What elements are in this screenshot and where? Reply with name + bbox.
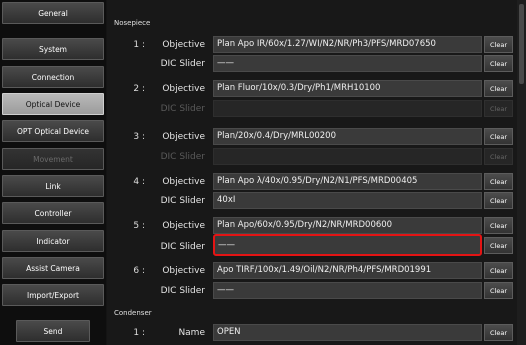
- dic-slider-label: DIC Slider: [160, 242, 205, 252]
- position-number: 5 :: [133, 221, 145, 231]
- dic-slider-label: DIC Slider: [160, 286, 205, 296]
- dic-slider-field-6[interactable]: ——: [213, 282, 482, 299]
- sidebar-item-general[interactable]: General: [2, 2, 104, 24]
- sidebar-item-opt-optical-device[interactable]: OPT Optical Device: [2, 120, 104, 142]
- send-button[interactable]: Send: [16, 320, 90, 342]
- dic-slider-field-5[interactable]: ——: [213, 234, 482, 256]
- position-number: 6 :: [133, 266, 145, 276]
- condenser-name-label: Name: [178, 328, 205, 338]
- sidebar-item-assist-camera[interactable]: Assist Camera: [2, 257, 104, 279]
- sidebar-item-movement: Movement: [2, 148, 104, 170]
- clear-dic-5-button[interactable]: Clear: [484, 237, 513, 254]
- sidebar-item-import-export[interactable]: Import/Export: [2, 284, 104, 306]
- objective-label: Objective: [162, 177, 205, 187]
- dic-slider-field-4[interactable]: 40xI: [213, 192, 482, 209]
- objective-label: Objective: [162, 266, 205, 276]
- sidebar-item-controller[interactable]: Controller: [2, 202, 104, 224]
- clear-objective-1-button[interactable]: Clear: [484, 36, 513, 53]
- clear-dic-6-button[interactable]: Clear: [484, 282, 513, 299]
- clear-objective-4-button[interactable]: Clear: [484, 173, 513, 190]
- dic-slider-field-1[interactable]: ——: [213, 55, 482, 72]
- position-number: 1 :: [133, 328, 145, 338]
- condenser-name-field[interactable]: OPEN: [213, 324, 482, 341]
- dic-slider-field-3: [213, 148, 482, 165]
- clear-dic-1-button[interactable]: Clear: [484, 55, 513, 72]
- clear-objective-6-button[interactable]: Clear: [484, 262, 513, 279]
- clear-dic-4-button[interactable]: Clear: [484, 192, 513, 209]
- objective-label: Objective: [162, 40, 205, 50]
- clear-condenser-button[interactable]: Clear: [484, 324, 513, 341]
- clear-dic-2-button: Clear: [484, 100, 513, 117]
- clear-dic-3-button: Clear: [484, 148, 513, 165]
- objective-label: Objective: [162, 132, 205, 142]
- position-number: 1 :: [133, 40, 145, 50]
- sidebar-item-link[interactable]: Link: [2, 175, 104, 197]
- dic-slider-field-2: [213, 100, 482, 117]
- nosepiece-section-title: Nosepiece: [114, 19, 151, 27]
- condenser-section-title: Condenser: [114, 309, 152, 317]
- objective-field-1[interactable]: Plan Apo IR/60x/1.27/WI/N2/NR/Ph3/PFS/MR…: [213, 36, 482, 53]
- dic-slider-label: DIC Slider: [160, 59, 205, 69]
- position-number: 3 :: [133, 132, 145, 142]
- position-number: 2 :: [133, 84, 145, 94]
- dic-slider-label: DIC Slider: [160, 196, 205, 206]
- position-number: 4 :: [133, 177, 145, 187]
- dic-slider-label: DIC Slider: [160, 104, 205, 114]
- objective-field-5[interactable]: Plan Apo/60x/0.95/Dry/N2/NR/MRD00600: [213, 217, 482, 234]
- objective-field-3[interactable]: Plan/20x/0.4/Dry/MRL00200: [213, 128, 482, 145]
- objective-field-6[interactable]: Apo TIRF/100x/1.49/Oil/N2/NR/Ph4/PFS/MRD…: [213, 262, 482, 279]
- optical-device-panel: Nosepiece 1 : Objective Plan Apo IR/60x/…: [107, 0, 517, 345]
- dic-slider-label: DIC Slider: [160, 152, 205, 162]
- scrollbar-thumb[interactable]: [519, 4, 524, 84]
- objective-field-2[interactable]: Plan Fluor/10x/0.3/Dry/Ph1/MRH10100: [213, 80, 482, 97]
- objective-label: Objective: [162, 221, 205, 231]
- sidebar-item-system[interactable]: System: [2, 38, 104, 60]
- clear-objective-5-button[interactable]: Clear: [484, 217, 513, 234]
- sidebar-item-connection[interactable]: Connection: [2, 66, 104, 88]
- clear-objective-2-button[interactable]: Clear: [484, 80, 513, 97]
- objective-label: Objective: [162, 84, 205, 94]
- clear-objective-3-button[interactable]: Clear: [484, 128, 513, 145]
- vertical-scrollbar[interactable]: [517, 0, 526, 345]
- sidebar: General System Connection Optical Device…: [0, 0, 106, 345]
- sidebar-item-indicator[interactable]: Indicator: [2, 230, 104, 252]
- sidebar-item-optical-device[interactable]: Optical Device: [2, 93, 104, 115]
- objective-field-4[interactable]: Plan Apo λ/40x/0.95/Dry/N2/N1/PFS/MRD004…: [213, 173, 482, 190]
